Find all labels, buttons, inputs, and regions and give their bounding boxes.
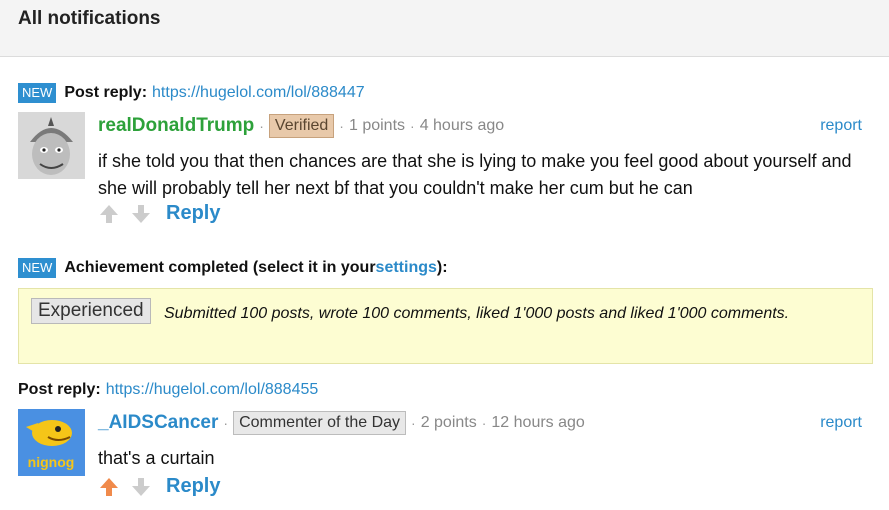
- separator: ·: [411, 415, 416, 431]
- username[interactable]: realDonaldTrump: [98, 115, 254, 137]
- post-link[interactable]: https://hugelol.com/lol/888447: [152, 84, 365, 102]
- notification-heading: NEW Achievement completed (select it in …: [18, 258, 448, 278]
- notification-type: Post reply:: [64, 84, 148, 101]
- username[interactable]: _AIDSCancer: [98, 412, 218, 434]
- user-tag: Verified: [268, 114, 335, 138]
- report-link[interactable]: report: [820, 414, 862, 432]
- downvote-arrow-icon[interactable]: [130, 476, 152, 498]
- separator: ·: [410, 118, 415, 134]
- reply-button[interactable]: Reply: [166, 202, 220, 225]
- timestamp: 12 hours ago: [491, 414, 585, 431]
- timestamp: 4 hours ago: [419, 117, 505, 134]
- comment-text: if she told you that then chances are th…: [98, 151, 852, 198]
- user-avatar-image: [18, 112, 85, 179]
- achievement-badge: Experienced: [31, 298, 151, 324]
- notification-type: Achievement completed (select it in your: [64, 259, 376, 276]
- page-title: All notifications: [18, 8, 161, 29]
- separator: ·: [339, 118, 344, 134]
- upvote-arrow-icon[interactable]: [98, 476, 120, 498]
- user-avatar-image: nignog: [18, 409, 85, 476]
- avatar[interactable]: [18, 112, 85, 179]
- separator: ·: [259, 118, 264, 134]
- downvote-arrow-icon[interactable]: [130, 203, 152, 225]
- new-badge: NEW: [18, 258, 57, 278]
- points: 2 points: [420, 414, 477, 431]
- avatar[interactable]: nignog: [18, 409, 85, 476]
- comment-actions: Reply: [98, 475, 220, 498]
- points: 1 points: [348, 117, 406, 134]
- separator: ·: [481, 415, 487, 431]
- report-link[interactable]: report: [820, 117, 862, 135]
- achievement-description: Submitted 100 posts, wrote 100 comments,…: [164, 305, 790, 322]
- separator: ·: [223, 415, 229, 431]
- post-link[interactable]: https://hugelol.com/lol/888455: [106, 381, 319, 399]
- comment: nignog _AIDSCancer · Commenter of the Da…: [18, 409, 870, 504]
- notification-type-suffix: ):: [436, 259, 448, 276]
- settings-link[interactable]: settings: [376, 259, 437, 277]
- notification-heading: Post reply: https://hugelol.com/lol/8884…: [18, 381, 318, 399]
- upvote-arrow-icon[interactable]: [98, 203, 120, 225]
- comment-meta: realDonaldTrump · Verified · 1 points · …: [98, 112, 504, 140]
- page-header: All notifications: [0, 0, 889, 57]
- reply-button[interactable]: Reply: [166, 475, 220, 498]
- notification-type: Post reply:: [18, 381, 101, 398]
- achievement-box: Submitted 100 posts, wrote 100 comments,…: [18, 288, 873, 364]
- user-tag: Commenter of the Day: [233, 411, 407, 435]
- new-badge: NEW: [18, 83, 57, 103]
- avatar-text: nignog: [28, 454, 75, 470]
- comment-actions: Reply: [98, 202, 220, 225]
- notification-heading: NEW Post reply: https://hugelol.com/lol/…: [18, 83, 365, 103]
- comment-text: that's a curtain: [98, 448, 215, 468]
- comment: realDonaldTrump · Verified · 1 points · …: [18, 112, 870, 232]
- comment-meta: _AIDSCancer · Commenter of the Day · 2 p…: [98, 409, 585, 437]
